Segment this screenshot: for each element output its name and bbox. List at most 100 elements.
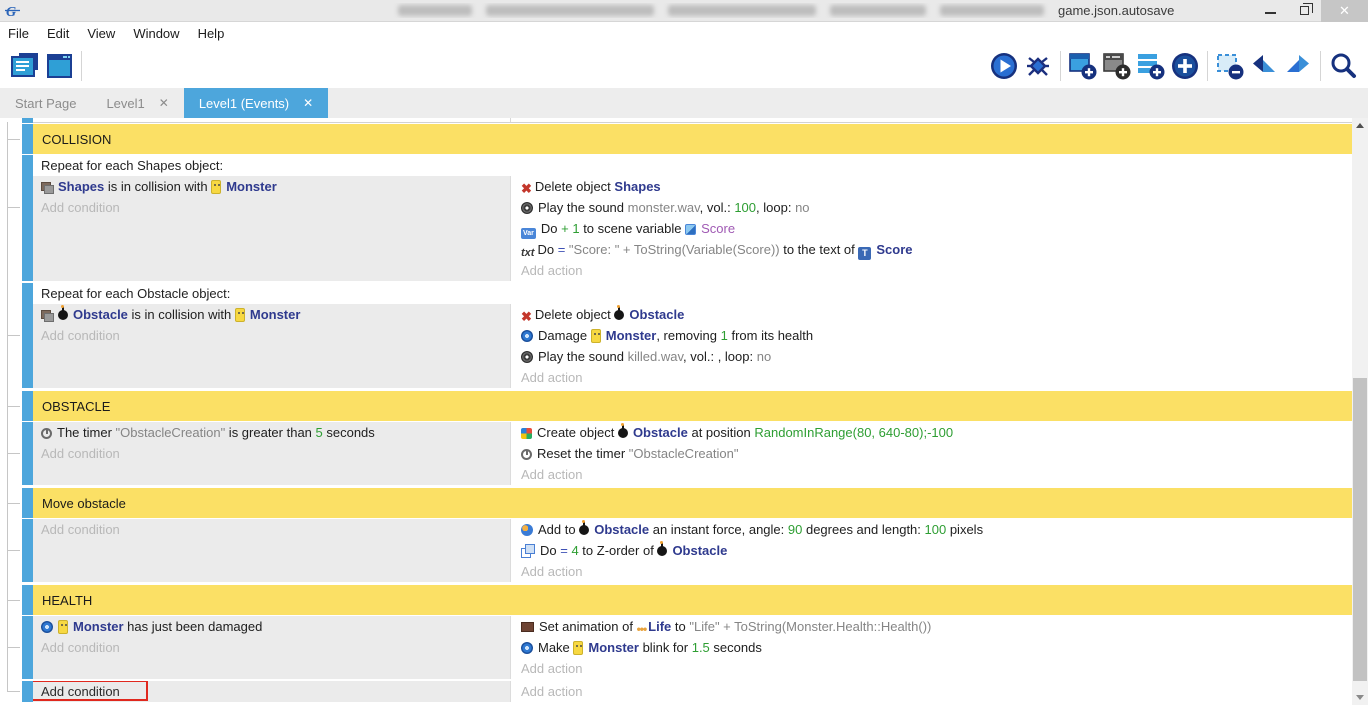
event-row[interactable]: Repeat for each Obstacle object:Obstacle… [22, 283, 1352, 390]
text-token: no [757, 349, 771, 364]
remove-selection-button[interactable] [1213, 49, 1247, 83]
event-drag-handle[interactable] [22, 519, 33, 582]
add-condition-button[interactable]: Add condition [33, 681, 510, 702]
add-action-button[interactable]: Add action [515, 658, 1352, 679]
condition-line[interactable]: Monster has just been damaged [33, 616, 510, 637]
event-repeat-header[interactable]: Repeat for each Shapes object: [33, 155, 1352, 176]
event-group-header[interactable]: Move obstacle [22, 488, 1352, 518]
action-line[interactable]: ✖Delete object Obstacle [515, 304, 1352, 325]
text-token: Damage [538, 328, 591, 343]
restore-button[interactable] [1287, 0, 1321, 22]
add-action-button[interactable]: Add action [515, 561, 1352, 582]
event-drag-handle[interactable] [22, 155, 33, 281]
event-drag-handle[interactable] [22, 616, 33, 679]
event-group-header[interactable]: COLLISION [22, 124, 1352, 154]
text-token: Monster [588, 640, 639, 655]
add-action-button[interactable]: Add action [515, 367, 1352, 388]
text-token: at position [688, 425, 755, 440]
add-action-button[interactable]: Add action [515, 260, 1352, 281]
menu-window[interactable]: Window [133, 26, 189, 41]
action-line[interactable]: VarDo + 1 to scene variable Score [515, 218, 1352, 239]
text-token: no [795, 200, 809, 215]
text-token: RandomInRange(80, 640-80);-100 [754, 425, 953, 440]
add-comment-button[interactable] [1134, 49, 1168, 83]
action-line[interactable]: Add to Obstacle an instant force, angle:… [515, 519, 1352, 540]
action-line[interactable]: Make Monster blink for 1.5 seconds [515, 637, 1352, 658]
scroll-up-icon[interactable] [1352, 118, 1368, 133]
event-drag-handle[interactable] [22, 118, 33, 123]
menu-help[interactable]: Help [198, 26, 235, 41]
condition-line[interactable]: Obstacle is in collision with Monster [33, 304, 510, 325]
action-line[interactable]: Reset the timer "ObstacleCreation" [515, 443, 1352, 464]
menu-file[interactable]: File [8, 26, 39, 41]
add-condition-button[interactable]: Add condition [33, 197, 510, 218]
add-condition-button[interactable]: Add condition [33, 443, 510, 464]
add-condition-button[interactable]: Add condition [33, 637, 510, 658]
event-drag-handle[interactable] [22, 124, 33, 154]
scene-editor-icon[interactable] [42, 49, 76, 83]
text-token: has just been damaged [124, 619, 263, 634]
event-drag-handle[interactable] [22, 585, 33, 615]
event-drag-handle[interactable] [22, 681, 33, 702]
gdevelop-window: G game.json.autosave ✕ File Edit View Wi… [0, 0, 1368, 705]
conditions-column: Obstacle is in collision with MonsterAdd… [33, 304, 511, 388]
preview-button[interactable] [987, 49, 1021, 83]
text-token: Add action [521, 564, 582, 579]
menu-view[interactable]: View [87, 26, 125, 41]
event-repeat-header[interactable]: Repeat for each Obstacle object: [33, 283, 1352, 304]
add-action-button[interactable]: Add action [515, 464, 1352, 485]
action-line[interactable]: txtDo = "Score: " + ToString(Variable(Sc… [515, 239, 1352, 260]
add-sub-event-button[interactable] [1100, 49, 1134, 83]
event-drag-handle[interactable] [22, 488, 33, 518]
event-row[interactable]: Add conditionAdd action [22, 681, 1352, 704]
tab-level1[interactable]: Level1 ✕ [91, 88, 183, 118]
action-line[interactable]: Do = 4 to Z-order of Obstacle [515, 540, 1352, 561]
add-condition-button[interactable]: Add condition [33, 519, 510, 540]
tab-close-icon[interactable]: ✕ [159, 96, 169, 110]
action-line[interactable]: Create object Obstacle at position Rando… [515, 422, 1352, 443]
close-button[interactable]: ✕ [1321, 0, 1368, 22]
create-object-icon [521, 428, 532, 439]
group-title-band[interactable]: HEALTH [33, 585, 1352, 615]
vertical-scrollbar[interactable] [1352, 118, 1368, 705]
event-row[interactable]: Add condition Add to Obstacle an instant … [22, 519, 1352, 584]
event-row[interactable]: Monster has just been damagedAdd conditi… [22, 616, 1352, 681]
action-line[interactable]: Set animation of •••Life to "Life" + ToS… [515, 616, 1352, 637]
event-drag-handle[interactable] [22, 283, 33, 388]
conditions-column: Add condition [33, 519, 511, 582]
action-line[interactable]: Damage Monster, removing 1 from its heal… [515, 325, 1352, 346]
event-sheet-icon[interactable] [8, 49, 42, 83]
add-event-button[interactable] [1066, 49, 1100, 83]
event-drag-handle[interactable] [22, 422, 33, 485]
text-token: Add condition [41, 522, 120, 537]
text-token: Play the sound [538, 200, 628, 215]
search-button[interactable] [1326, 49, 1360, 83]
condition-line[interactable]: The timer "ObstacleCreation" is greater … [33, 422, 510, 443]
undo-button[interactable] [1247, 49, 1281, 83]
event-row[interactable]: Repeat for each Shapes object:Shapes is … [22, 155, 1352, 283]
group-title-band[interactable]: OBSTACLE [33, 391, 1352, 421]
tab-level1-events[interactable]: Level1 (Events) ✕ [184, 88, 328, 118]
event-group-header[interactable]: OBSTACLE [22, 391, 1352, 421]
event-drag-handle[interactable] [22, 391, 33, 421]
event-body: The timer "ObstacleCreation" is greater … [33, 422, 1352, 485]
add-condition-button[interactable]: Add condition [33, 325, 510, 346]
group-title-band[interactable]: Move obstacle [33, 488, 1352, 518]
tab-start-page[interactable]: Start Page [0, 88, 91, 118]
minimize-button[interactable] [1253, 0, 1287, 22]
event-group-header[interactable]: HEALTH [22, 585, 1352, 615]
scroll-down-icon[interactable] [1352, 690, 1368, 705]
condition-line[interactable]: Shapes is in collision with Monster [33, 176, 510, 197]
action-line[interactable]: Play the sound monster.wav, vol.: 100, l… [515, 197, 1352, 218]
tab-close-icon[interactable]: ✕ [303, 96, 313, 110]
debug-button[interactable] [1021, 49, 1055, 83]
group-title-band[interactable]: COLLISION [33, 124, 1352, 154]
scrollbar-thumb[interactable] [1353, 378, 1367, 681]
action-line[interactable]: Play the sound killed.wav, vol.: , loop:… [515, 346, 1352, 367]
menu-edit[interactable]: Edit [47, 26, 79, 41]
event-row[interactable]: The timer "ObstacleCreation" is greater … [22, 422, 1352, 487]
add-new-button[interactable] [1168, 49, 1202, 83]
redo-button[interactable] [1281, 49, 1315, 83]
action-line[interactable]: ✖Delete object Shapes [515, 176, 1352, 197]
add-action-button[interactable]: Add action [515, 681, 1352, 702]
